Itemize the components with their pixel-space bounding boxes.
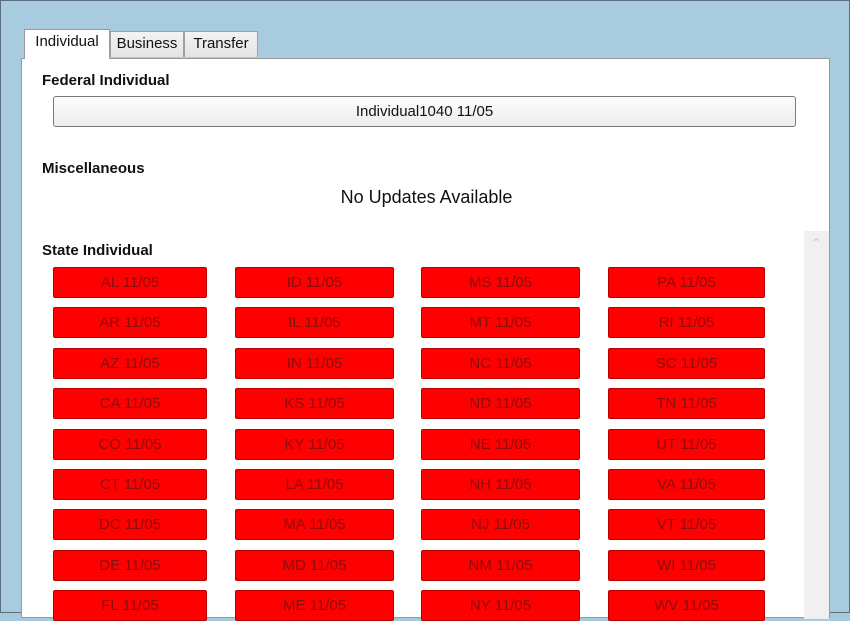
- state-update-button[interactable]: VA 11/05: [608, 469, 765, 500]
- window-frame: Individual Business Transfer Federal Ind…: [0, 0, 850, 621]
- state-update-button[interactable]: MD 11/05: [235, 550, 394, 581]
- state-update-button[interactable]: AL 11/05: [53, 267, 207, 298]
- state-update-button[interactable]: NC 11/05: [421, 348, 580, 379]
- state-update-button[interactable]: PA 11/05: [608, 267, 765, 298]
- state-update-button[interactable]: DE 11/05: [53, 550, 207, 581]
- tab-transfer[interactable]: Transfer: [184, 31, 258, 57]
- state-update-button[interactable]: MS 11/05: [421, 267, 580, 298]
- state-update-button[interactable]: DC 11/05: [53, 509, 207, 540]
- state-update-button[interactable]: ME 11/05: [235, 590, 394, 621]
- state-update-button[interactable]: CA 11/05: [53, 388, 207, 419]
- state-update-button[interactable]: KY 11/05: [235, 429, 394, 460]
- state-update-button[interactable]: NE 11/05: [421, 429, 580, 460]
- state-update-button[interactable]: WV 11/05: [608, 590, 765, 621]
- state-update-button[interactable]: KS 11/05: [235, 388, 394, 419]
- chevron-up-icon[interactable]: ⌃: [804, 231, 829, 253]
- state-update-button[interactable]: NY 11/05: [421, 590, 580, 621]
- state-update-button[interactable]: SC 11/05: [608, 348, 765, 379]
- state-update-button[interactable]: VT 11/05: [608, 509, 765, 540]
- state-update-button[interactable]: NM 11/05: [421, 550, 580, 581]
- tab-content-panel: Federal Individual Individual1040 11/05 …: [21, 58, 830, 621]
- state-update-button[interactable]: NH 11/05: [421, 469, 580, 500]
- state-update-button[interactable]: AR 11/05: [53, 307, 207, 338]
- state-update-button[interactable]: ND 11/05: [421, 388, 580, 419]
- state-update-button[interactable]: NJ 11/05: [421, 509, 580, 540]
- state-update-button[interactable]: IL 11/05: [235, 307, 394, 338]
- state-update-button[interactable]: CO 11/05: [53, 429, 207, 460]
- state-update-button[interactable]: ID 11/05: [235, 267, 394, 298]
- state-update-button[interactable]: LA 11/05: [235, 469, 394, 500]
- state-update-button[interactable]: TN 11/05: [608, 388, 765, 419]
- state-update-button[interactable]: AZ 11/05: [53, 348, 207, 379]
- tab-individual[interactable]: Individual: [24, 29, 110, 59]
- state-update-button[interactable]: UT 11/05: [608, 429, 765, 460]
- state-update-button[interactable]: MA 11/05: [235, 509, 394, 540]
- state-update-button[interactable]: CT 11/05: [53, 469, 207, 500]
- tab-business[interactable]: Business: [110, 31, 184, 57]
- state-update-button[interactable]: FL 11/05: [53, 590, 207, 621]
- state-button-grid: AL 11/05 AR 11/05 AZ 11/05 CA 11/05 CO 11/05…: [22, 59, 802, 621]
- vertical-scrollbar[interactable]: ⌃: [804, 231, 829, 619]
- state-update-button[interactable]: IN 11/05: [235, 348, 394, 379]
- state-update-button[interactable]: RI 11/05: [608, 307, 765, 338]
- state-update-button[interactable]: WI 11/05: [608, 550, 765, 581]
- state-update-button[interactable]: MT 11/05: [421, 307, 580, 338]
